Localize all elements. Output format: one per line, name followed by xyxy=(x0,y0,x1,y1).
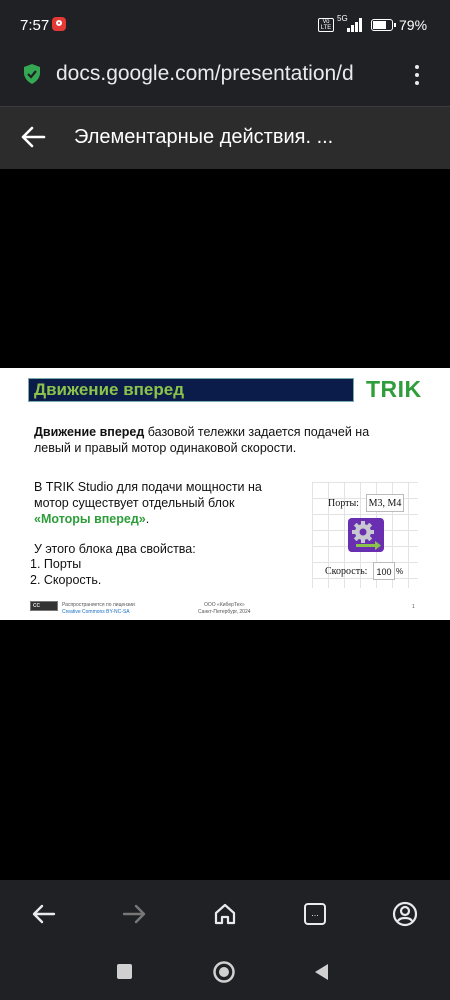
speed-unit: % xyxy=(396,567,404,576)
shield-check-icon[interactable] xyxy=(22,63,42,85)
arrow-left-icon[interactable] xyxy=(20,125,46,149)
slide-heading: Движение вперед xyxy=(34,380,184,399)
battery-percent: 79% xyxy=(399,17,428,33)
trik-logo: TRIK xyxy=(366,376,422,402)
home-circle-icon[interactable] xyxy=(212,960,236,984)
list-item: 1. Порты xyxy=(30,557,82,571)
cc-license-icon xyxy=(30,601,58,611)
speed-value: 100 xyxy=(373,562,395,580)
p2-end: . xyxy=(145,512,150,526)
p2-text: В TRIK Studio для подачи мощности на мот… xyxy=(34,480,262,510)
speed-label: Скорость: xyxy=(325,566,368,577)
home-icon[interactable] xyxy=(205,894,245,934)
notification-app-icon xyxy=(52,17,66,31)
org-name: ООО «КиберТех» xyxy=(204,602,245,608)
back-triangle-icon[interactable] xyxy=(312,962,330,982)
slide-page-number: 1 xyxy=(412,604,415,610)
p1-bold: Движение вперед xyxy=(34,425,145,439)
battery-icon xyxy=(371,19,396,31)
slide-paragraph-1: Движение вперед базовой тележки задается… xyxy=(34,424,404,456)
p2-highlight: «Моторы вперед» xyxy=(34,512,146,526)
slide-paragraph-3: У этого блока два свойства: xyxy=(34,542,196,556)
tabs-count: ... xyxy=(304,903,326,925)
tabs-icon[interactable]: ... xyxy=(295,894,335,934)
org-city: Санкт-Петербург, 2024 xyxy=(198,609,251,615)
ports-value: M3, M4 xyxy=(366,494,404,512)
account-icon[interactable] xyxy=(385,894,425,934)
arrow-back-icon[interactable] xyxy=(24,894,64,934)
recents-square-icon[interactable] xyxy=(117,964,132,979)
license-link[interactable]: Creative Commons BY-NC-SA xyxy=(62,609,130,615)
document-title: Элементарные действия. ... xyxy=(74,126,334,148)
slide-paragraph-2: В TRIK Studio для подачи мощности на мот… xyxy=(34,479,294,527)
volte-icon: Vo LTE xyxy=(318,18,334,32)
signal-icon xyxy=(347,18,363,32)
kebab-menu-icon[interactable] xyxy=(404,62,430,88)
license-text: Распространяется по лицензии xyxy=(62,602,135,608)
arrow-forward-icon[interactable] xyxy=(114,894,154,934)
list-item: 2. Скорость. xyxy=(30,573,102,587)
status-time: 7:57 xyxy=(20,17,50,34)
gear-motor-icon xyxy=(348,518,384,552)
url-text[interactable]: docs.google.com/presentation/d xyxy=(56,62,396,86)
ports-label: Порты: xyxy=(328,498,359,509)
